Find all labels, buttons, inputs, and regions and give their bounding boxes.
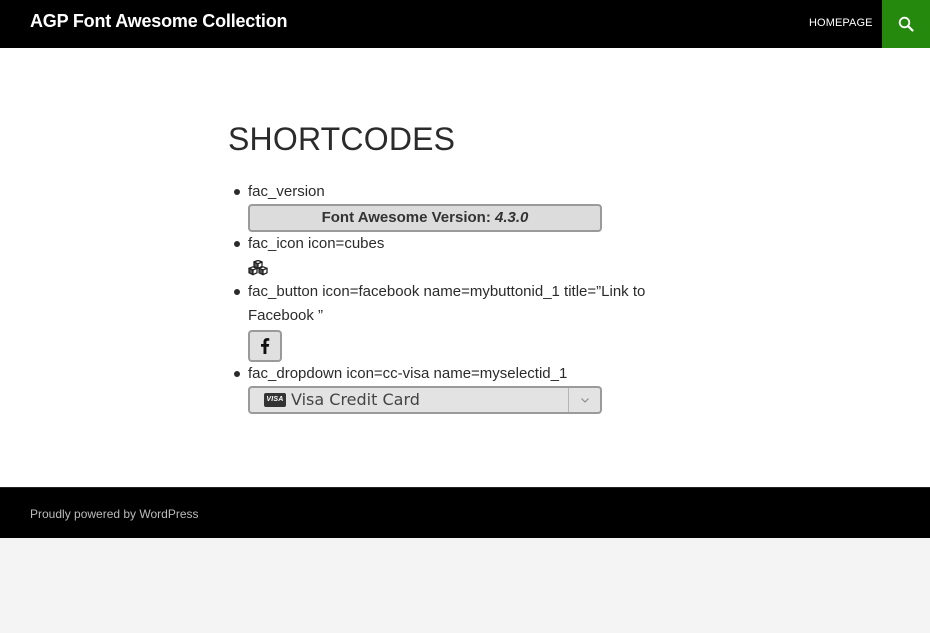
search-icon: [898, 16, 914, 32]
facebook-button[interactable]: [248, 330, 282, 362]
version-button[interactable]: Font Awesome Version: 4.3.0: [248, 204, 602, 232]
facebook-icon: [261, 338, 270, 354]
list-item-fac-button: fac_button icon=facebook name=mybuttonid…: [228, 280, 678, 362]
visa-select-dropdown[interactable]: VISA Visa Credit Card: [248, 386, 602, 414]
list-item-fac-dropdown: fac_dropdown icon=cc-visa name=myselecti…: [228, 362, 678, 414]
shortcode-label: fac_icon icon=cubes: [248, 235, 385, 252]
list-item-fac-icon: fac_icon icon=cubes: [228, 232, 678, 280]
select-value: Visa Credit Card: [291, 390, 420, 409]
shortcode-label: fac_version: [248, 183, 325, 200]
site-header: AGP Font Awesome Collection HOMEPAGE: [0, 0, 930, 48]
chevron-down-icon[interactable]: [568, 388, 600, 412]
list-item-fac-version: fac_version Font Awesome Version: 4.3.0: [228, 180, 678, 232]
shortcode-label: fac_dropdown icon=cc-visa name=myselecti…: [248, 365, 568, 382]
shortcode-label: fac_button icon=facebook name=mybuttonid…: [248, 283, 646, 324]
site-title-link[interactable]: AGP Font Awesome Collection: [30, 11, 288, 32]
site-footer: Proudly powered by WordPress: [0, 487, 930, 538]
version-label: Font Awesome Version:: [321, 209, 491, 226]
cubes-icon-wrap: [248, 256, 678, 280]
version-value: 4.3.0: [495, 209, 529, 226]
footer-credit-link[interactable]: Proudly powered by WordPress: [30, 507, 199, 521]
nav-item-homepage[interactable]: HOMEPAGE: [809, 17, 873, 29]
shortcode-list: fac_version Font Awesome Version: 4.3.0 …: [228, 180, 678, 414]
search-toggle-button[interactable]: [882, 0, 930, 48]
page-title: SHORTCODES: [228, 121, 456, 157]
cc-visa-icon: VISA: [264, 393, 286, 407]
cubes-icon: [248, 260, 268, 276]
